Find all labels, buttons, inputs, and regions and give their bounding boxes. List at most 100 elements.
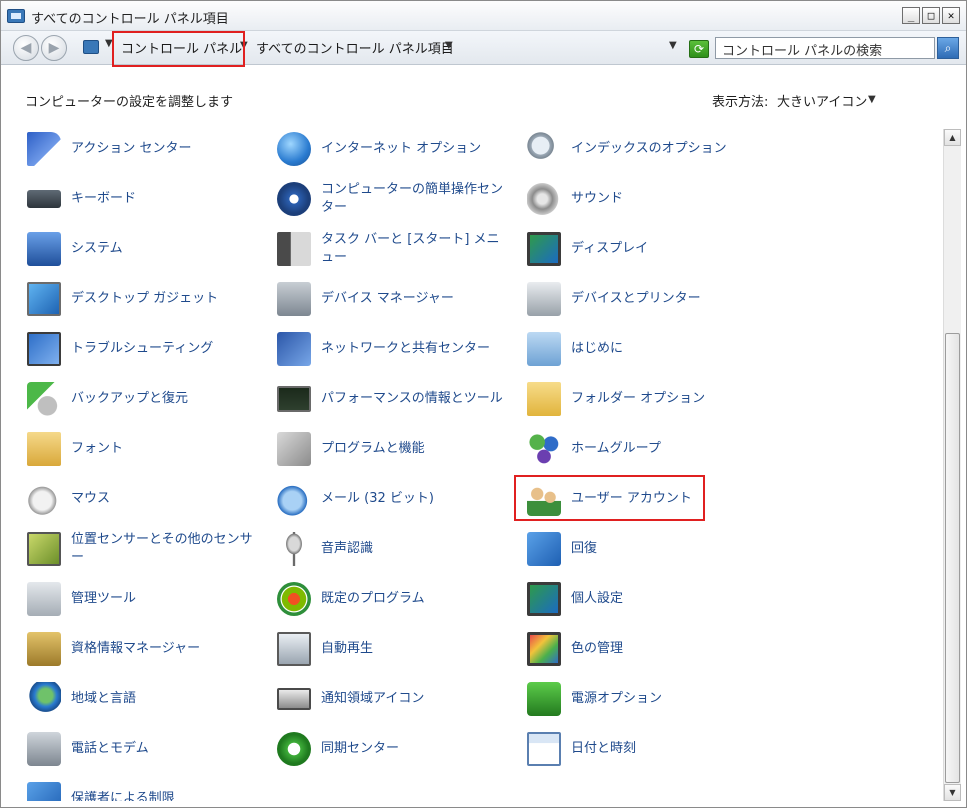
control-panel-item[interactable]: 管理ツール [27,576,267,622]
control-panel-item-label[interactable]: 位置センサーとその他のセンサー [71,526,261,572]
refresh-icon[interactable]: ⟳ [689,40,709,58]
control-panel-item-label[interactable]: はじめに [571,326,761,372]
control-panel-item-label[interactable]: 保護者による制限 [71,776,261,801]
breadcrumb-all-items[interactable]: すべてのコントロール パネル項目 [256,38,454,57]
control-panel-item-label[interactable]: 電源オプション [571,676,761,722]
control-panel-item-label[interactable]: サウンド [571,176,761,222]
control-panel-item-label[interactable]: プログラムと機能 [321,426,511,472]
control-panel-item-label[interactable]: ディスプレイ [571,226,761,272]
control-panel-item-label[interactable]: デバイス マネージャー [321,276,511,322]
control-panel-item-label[interactable]: コンピューターの簡単操作センター [321,176,511,222]
control-panel-item[interactable]: アクション センター [27,126,267,172]
scrollbar-thumb[interactable] [945,333,960,783]
control-panel-item[interactable]: ホームグループ [527,426,767,472]
control-panel-item[interactable]: 電源オプション [527,676,767,722]
control-panel-item-label[interactable]: 音声認識 [321,526,511,572]
control-panel-item-label[interactable]: インデックスのオプション [571,126,761,172]
control-panel-item[interactable]: 日付と時刻 [527,726,767,772]
control-panel-item[interactable]: 個人設定 [527,576,767,622]
back-button[interactable]: ◀ [13,35,39,61]
control-panel-item[interactable]: 音声認識 [277,526,517,572]
control-panel-item-label[interactable]: マウス [71,476,261,522]
control-panel-item[interactable]: バックアップと復元 [27,376,267,422]
search-icon[interactable]: ⌕ [937,37,959,59]
control-panel-item[interactable]: システム [27,226,267,272]
scroll-down-button[interactable]: ▼ [944,784,961,801]
search-input[interactable]: コントロール パネルの検索 [715,37,935,59]
control-panel-item[interactable]: マウス [27,476,267,522]
control-panel-item[interactable]: トラブルシューティング [27,326,267,372]
control-panel-item[interactable]: メール (32 ビット) [277,476,517,522]
control-panel-item-label[interactable]: アクション センター [71,126,261,172]
control-panel-item-label[interactable]: 通知領域アイコン [321,676,511,722]
control-panel-item[interactable]: サウンド [527,176,767,222]
control-panel-item-label[interactable]: メール (32 ビット) [321,476,511,522]
vertical-scrollbar[interactable]: ▲ ▼ [943,129,961,801]
control-panel-item-label[interactable]: 日付と時刻 [571,726,761,772]
control-panel-item[interactable]: インターネット オプション [277,126,517,172]
minimize-button[interactable]: _ [902,7,920,24]
view-by-dropdown[interactable]: 大きいアイコン [777,91,867,110]
breadcrumb-control-panel[interactable]: コントロール パネル [121,38,242,57]
control-panel-item[interactable]: 回復 [527,526,767,572]
chevron-down-icon[interactable]: ▼ [445,40,453,51]
control-panel-item-label[interactable]: 自動再生 [321,626,511,672]
maximize-button[interactable]: □ [922,7,940,24]
forward-button[interactable]: ▶ [41,35,67,61]
control-panel-item[interactable]: 地域と言語 [27,676,267,722]
control-panel-item[interactable]: プログラムと機能 [277,426,517,472]
control-panel-item[interactable]: キーボード [27,176,267,222]
control-panel-item[interactable]: デバイス マネージャー [277,276,517,322]
control-panel-item[interactable]: デバイスとプリンター [527,276,767,322]
control-panel-item[interactable]: 自動再生 [277,626,517,672]
control-panel-item-label[interactable]: トラブルシューティング [71,326,261,372]
control-panel-item[interactable]: インデックスのオプション [527,126,767,172]
address-history-dropdown-icon[interactable]: ▼ [669,40,677,51]
control-panel-item[interactable]: ディスプレイ [527,226,767,272]
control-panel-item[interactable]: パフォーマンスの情報とツール [277,376,517,422]
control-panel-item-label[interactable]: フォルダー オプション [571,376,761,422]
chevron-down-icon[interactable]: ▼ [105,38,113,49]
control-panel-item-label[interactable]: システム [71,226,261,272]
control-panel-item-label[interactable]: 同期センター [321,726,511,772]
control-panel-item-label[interactable]: 地域と言語 [71,676,261,722]
close-button[interactable]: ✕ [942,7,960,24]
control-panel-item[interactable]: フォルダー オプション [527,376,767,422]
control-panel-item[interactable]: 同期センター [277,726,517,772]
control-panel-item[interactable]: 色の管理 [527,626,767,672]
control-panel-item-label[interactable]: 色の管理 [571,626,761,672]
control-panel-item-label[interactable]: デバイスとプリンター [571,276,761,322]
control-panel-item[interactable]: 位置センサーとその他のセンサー [27,526,267,572]
control-panel-item[interactable]: はじめに [527,326,767,372]
control-panel-item-label[interactable]: ホームグループ [571,426,761,472]
control-panel-item-label[interactable]: インターネット オプション [321,126,511,172]
control-panel-item-label[interactable]: 資格情報マネージャー [71,626,261,672]
chevron-down-icon[interactable]: ▼ [240,40,248,51]
control-panel-item-label[interactable]: タスク バーと [スタート] メニュー [321,226,511,272]
chevron-down-icon[interactable]: ▼ [868,94,876,105]
control-panel-item[interactable]: ユーザー アカウント [527,476,767,522]
control-panel-item[interactable]: タスク バーと [スタート] メニュー [277,226,517,272]
scroll-up-button[interactable]: ▲ [944,129,961,146]
control-panel-item-label[interactable]: 管理ツール [71,576,261,622]
control-panel-item[interactable]: ネットワークと共有センター [277,326,517,372]
control-panel-item-label[interactable]: ユーザー アカウント [571,476,761,522]
control-panel-item-label[interactable]: フォント [71,426,261,472]
control-panel-item-label[interactable]: 既定のプログラム [321,576,511,622]
control-panel-item-label[interactable]: 回復 [571,526,761,572]
control-panel-item[interactable]: デスクトップ ガジェット [27,276,267,322]
control-panel-item[interactable]: フォント [27,426,267,472]
address-bar[interactable]: ▼ コントロール パネル ▼ すべてのコントロール パネル項目 ▼ ▼ [81,36,681,60]
control-panel-item[interactable]: 通知領域アイコン [277,676,517,722]
control-panel-item-label[interactable]: バックアップと復元 [71,376,261,422]
control-panel-item-label[interactable]: ネットワークと共有センター [321,326,511,372]
control-panel-item-label[interactable]: デスクトップ ガジェット [71,276,261,322]
control-panel-item-label[interactable]: パフォーマンスの情報とツール [321,376,511,422]
control-panel-item[interactable]: 既定のプログラム [277,576,517,622]
control-panel-item[interactable]: 保護者による制限 [27,776,267,801]
control-panel-item[interactable]: 資格情報マネージャー [27,626,267,672]
control-panel-item-label[interactable]: キーボード [71,176,261,222]
control-panel-item[interactable]: コンピューターの簡単操作センター [277,176,517,222]
control-panel-item[interactable]: 電話とモデム [27,726,267,772]
control-panel-item-label[interactable]: 個人設定 [571,576,761,622]
